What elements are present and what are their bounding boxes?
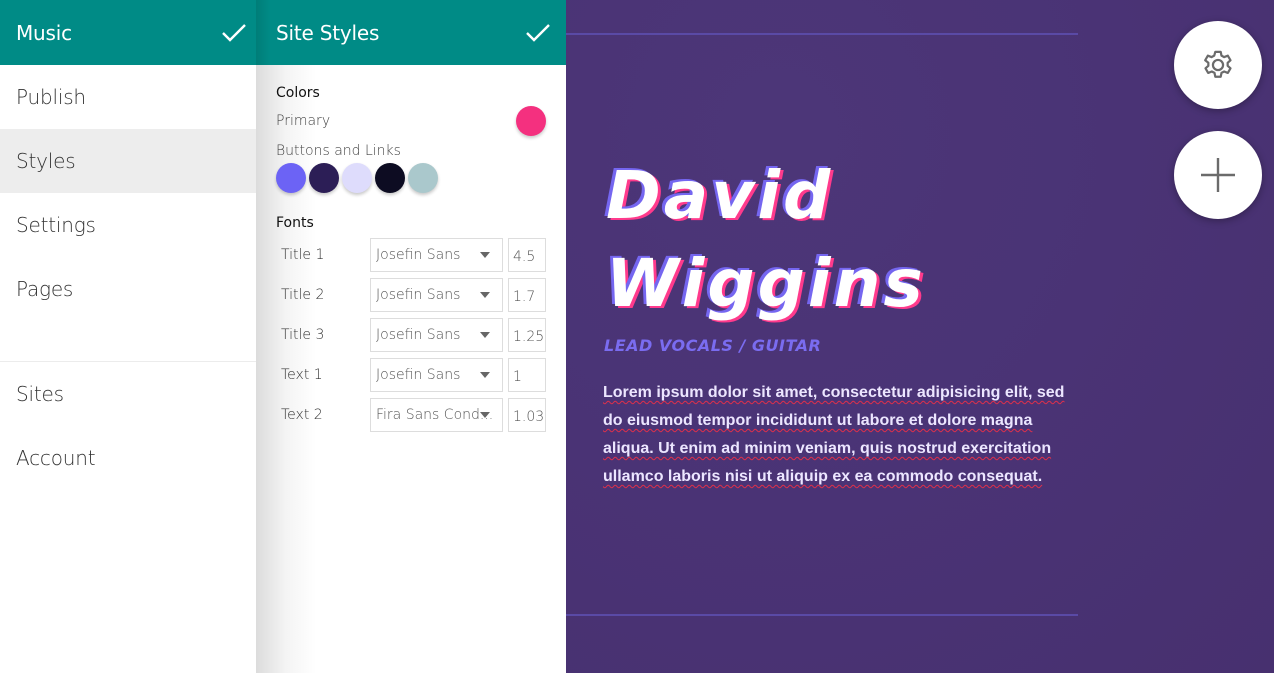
- font-family-select[interactable]: Josefin Sans: [370, 238, 503, 272]
- sidebar-header: Music: [0, 0, 256, 65]
- hero-name[interactable]: David Wiggins: [606, 152, 926, 328]
- font-size-input[interactable]: 1: [508, 358, 546, 392]
- font-family-select[interactable]: Fira Sans Cond...: [370, 398, 503, 432]
- font-row-title-1: Title 1 Josefin Sans 4.5: [276, 235, 546, 275]
- dropdown-arrow-icon: [480, 372, 490, 378]
- hero-body-text[interactable]: Lorem ipsum dolor sit amet, consectetur …: [603, 379, 1083, 491]
- settings-button[interactable]: [1174, 21, 1262, 109]
- sidebar-item-styles[interactable]: Styles: [0, 129, 256, 193]
- sidebar-item-settings[interactable]: Settings: [0, 193, 256, 257]
- dropdown-arrow-icon: [480, 412, 490, 418]
- selected-font: Josefin Sans: [376, 287, 461, 303]
- color-swatch[interactable]: [375, 163, 405, 193]
- font-family-select[interactable]: Josefin Sans: [370, 278, 503, 312]
- sidebar-confirm-button[interactable]: [220, 19, 248, 47]
- font-row-label: Title 2: [281, 287, 325, 303]
- font-row-label: Text 2: [281, 407, 323, 423]
- panel-confirm-button[interactable]: [524, 19, 552, 47]
- color-swatch[interactable]: [276, 163, 306, 193]
- selected-font: Josefin Sans: [376, 247, 461, 263]
- buttons-links-label: Buttons and Links: [276, 143, 401, 159]
- selected-font: Fira Sans Cond...: [376, 407, 494, 423]
- font-size-input[interactable]: 1.03: [508, 398, 546, 432]
- fonts-heading: Fonts: [276, 215, 314, 231]
- font-family-select[interactable]: Josefin Sans: [370, 318, 503, 352]
- sidebar-item-label: Pages: [16, 277, 74, 301]
- hero-body-content: Lorem ipsum dolor sit amet, consectetur …: [603, 384, 1065, 485]
- main-sidebar: Music Publish Styles Settings Pages Site…: [0, 0, 256, 673]
- font-size-input[interactable]: 4.5: [508, 238, 546, 272]
- sidebar-item-pages[interactable]: Pages: [0, 257, 256, 321]
- sidebar-item-label: Sites: [16, 382, 64, 406]
- colors-heading: Colors: [276, 85, 320, 101]
- font-row-label: Title 1: [281, 247, 325, 263]
- color-swatch[interactable]: [342, 163, 372, 193]
- sidebar-item-label: Styles: [16, 149, 76, 173]
- font-family-select[interactable]: Josefin Sans: [370, 358, 503, 392]
- font-row-label: Title 3: [281, 327, 325, 343]
- font-row-title-2: Title 2 Josefin Sans 1.7: [276, 275, 546, 315]
- font-row-label: Text 1: [281, 367, 323, 383]
- site-styles-panel: Site Styles Colors Primary Buttons and L…: [256, 0, 566, 673]
- selected-font: Josefin Sans: [376, 367, 461, 383]
- dropdown-arrow-icon: [480, 252, 490, 258]
- panel-title: Site Styles: [276, 20, 380, 45]
- site-title: Music: [16, 20, 72, 45]
- sidebar-item-publish[interactable]: Publish: [0, 65, 256, 129]
- sidebar-item-sites[interactable]: Sites: [0, 362, 256, 426]
- dropdown-arrow-icon: [480, 292, 490, 298]
- divider-line-bottom: [566, 614, 1078, 616]
- sidebar-item-label: Account: [16, 446, 96, 470]
- primary-color-label: Primary: [276, 113, 331, 129]
- font-size-input[interactable]: 1.7: [508, 278, 546, 312]
- hero-name-line-2: Wiggins: [606, 245, 926, 322]
- font-row-title-3: Title 3 Josefin Sans 1.25: [276, 315, 546, 355]
- checkmark-icon: [526, 23, 550, 42]
- divider-line-top: [566, 33, 1078, 35]
- site-preview: David Wiggins LEAD VOCALS / GUITAR Lorem…: [566, 0, 1274, 673]
- gear-icon: [1204, 50, 1232, 78]
- buttons-links-swatches: [276, 163, 546, 193]
- dropdown-arrow-icon: [480, 332, 490, 338]
- color-swatch[interactable]: [408, 163, 438, 193]
- font-size-input[interactable]: 1.25: [508, 318, 546, 352]
- sidebar-item-account[interactable]: Account: [0, 426, 256, 490]
- font-row-text-1: Text 1 Josefin Sans 1: [276, 355, 546, 395]
- selected-font: Josefin Sans: [376, 327, 461, 343]
- hero-subtitle[interactable]: LEAD VOCALS / GUITAR: [604, 336, 821, 355]
- panel-header: Site Styles: [256, 0, 566, 65]
- plus-icon: [1201, 158, 1235, 192]
- sidebar-item-label: Publish: [16, 85, 86, 109]
- add-button[interactable]: [1174, 131, 1262, 219]
- font-rows: Title 1 Josefin Sans 4.5 Title 2 Josefin…: [276, 235, 546, 435]
- color-swatch[interactable]: [309, 163, 339, 193]
- primary-color-swatch[interactable]: [516, 106, 546, 136]
- checkmark-icon: [222, 23, 246, 42]
- font-row-text-2: Text 2 Fira Sans Cond... 1.03: [276, 395, 546, 435]
- sidebar-item-label: Settings: [16, 213, 96, 237]
- hero-name-line-1: David: [606, 157, 834, 234]
